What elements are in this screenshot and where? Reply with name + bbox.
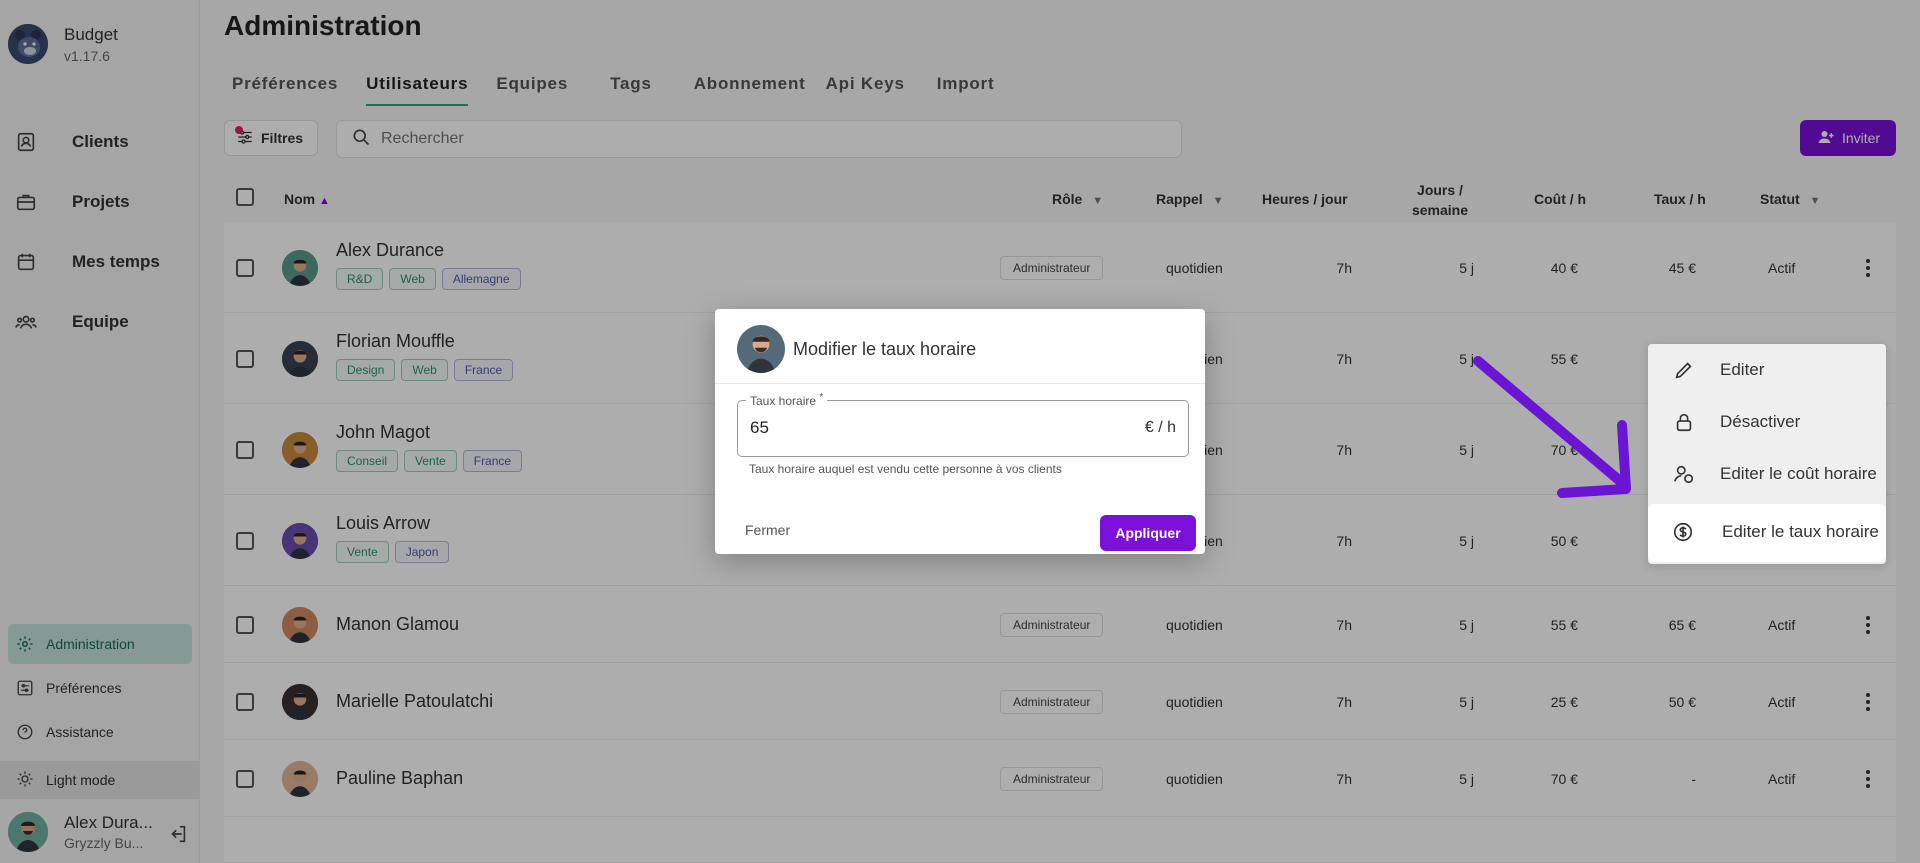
field-helper-text: Taux horaire auquel est vendu cette pers… xyxy=(749,462,1062,476)
edit-rate-dialog: Modifier le taux horaire Taux horaire * … xyxy=(715,309,1205,554)
menu-item-label: Désactiver xyxy=(1720,412,1801,431)
hourly-rate-input[interactable]: 65 xyxy=(750,418,769,438)
menu-item-label: Editer le taux horaire xyxy=(1722,522,1879,541)
unit-suffix: € / h xyxy=(1144,419,1176,436)
dollar-circle-icon xyxy=(1672,521,1694,548)
pencil-icon xyxy=(1672,358,1696,382)
menu-item-label: Editer le coût horaire xyxy=(1720,464,1877,483)
field-label: Taux horaire * xyxy=(746,392,828,408)
required-mark: * xyxy=(819,392,824,403)
dialog-title: Modifier le taux horaire xyxy=(793,339,977,359)
dialog-header: Modifier le taux horaire xyxy=(715,309,1205,384)
avatar xyxy=(737,325,785,373)
field-label-text: Taux horaire xyxy=(750,394,817,408)
menu-item-editer-cout[interactable]: Editer le coût horaire xyxy=(1648,448,1886,500)
menu-item-editer[interactable]: Editer xyxy=(1648,344,1886,396)
annotation-arrow-icon xyxy=(1473,356,1631,498)
user-cost-icon xyxy=(1672,462,1696,486)
close-button[interactable]: Fermer xyxy=(745,522,790,538)
hourly-rate-field[interactable]: Taux horaire * 65 € / h xyxy=(737,392,1189,457)
apply-button[interactable]: Appliquer xyxy=(1100,515,1196,551)
menu-item-editer-taux[interactable]: Editer le taux horaire xyxy=(1650,506,1884,560)
lock-icon xyxy=(1672,410,1696,434)
menu-item-desactiver[interactable]: Désactiver xyxy=(1648,396,1886,448)
menu-item-label: Editer xyxy=(1720,360,1765,379)
